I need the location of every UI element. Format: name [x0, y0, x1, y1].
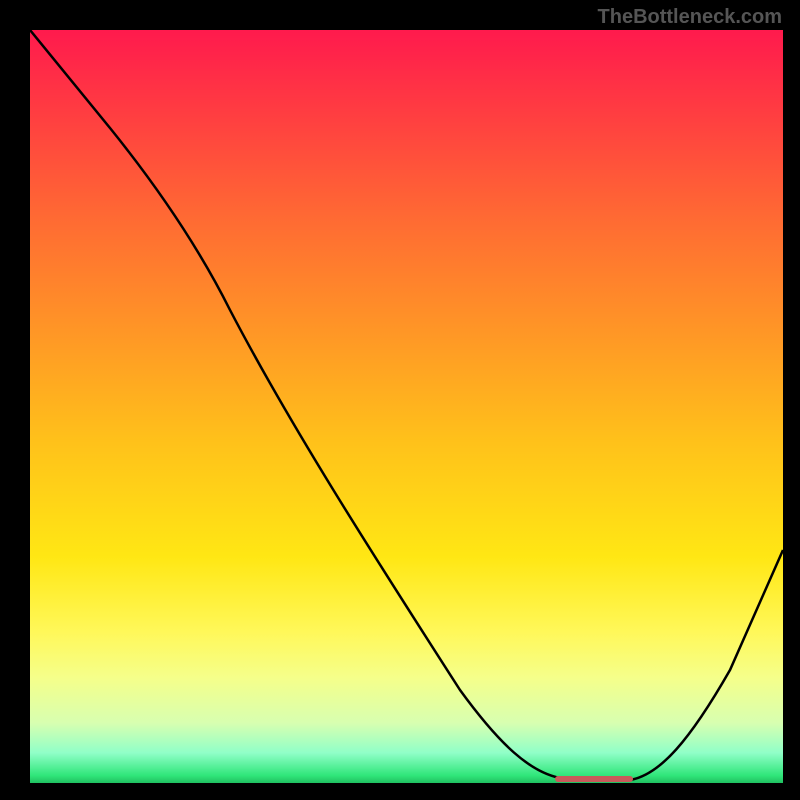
chart-svg	[30, 30, 783, 783]
watermark-text: TheBottleneck.com	[598, 6, 782, 29]
chart-plot-area	[30, 30, 783, 783]
bottleneck-curve-path	[30, 30, 783, 780]
optimal-marker	[555, 776, 633, 782]
